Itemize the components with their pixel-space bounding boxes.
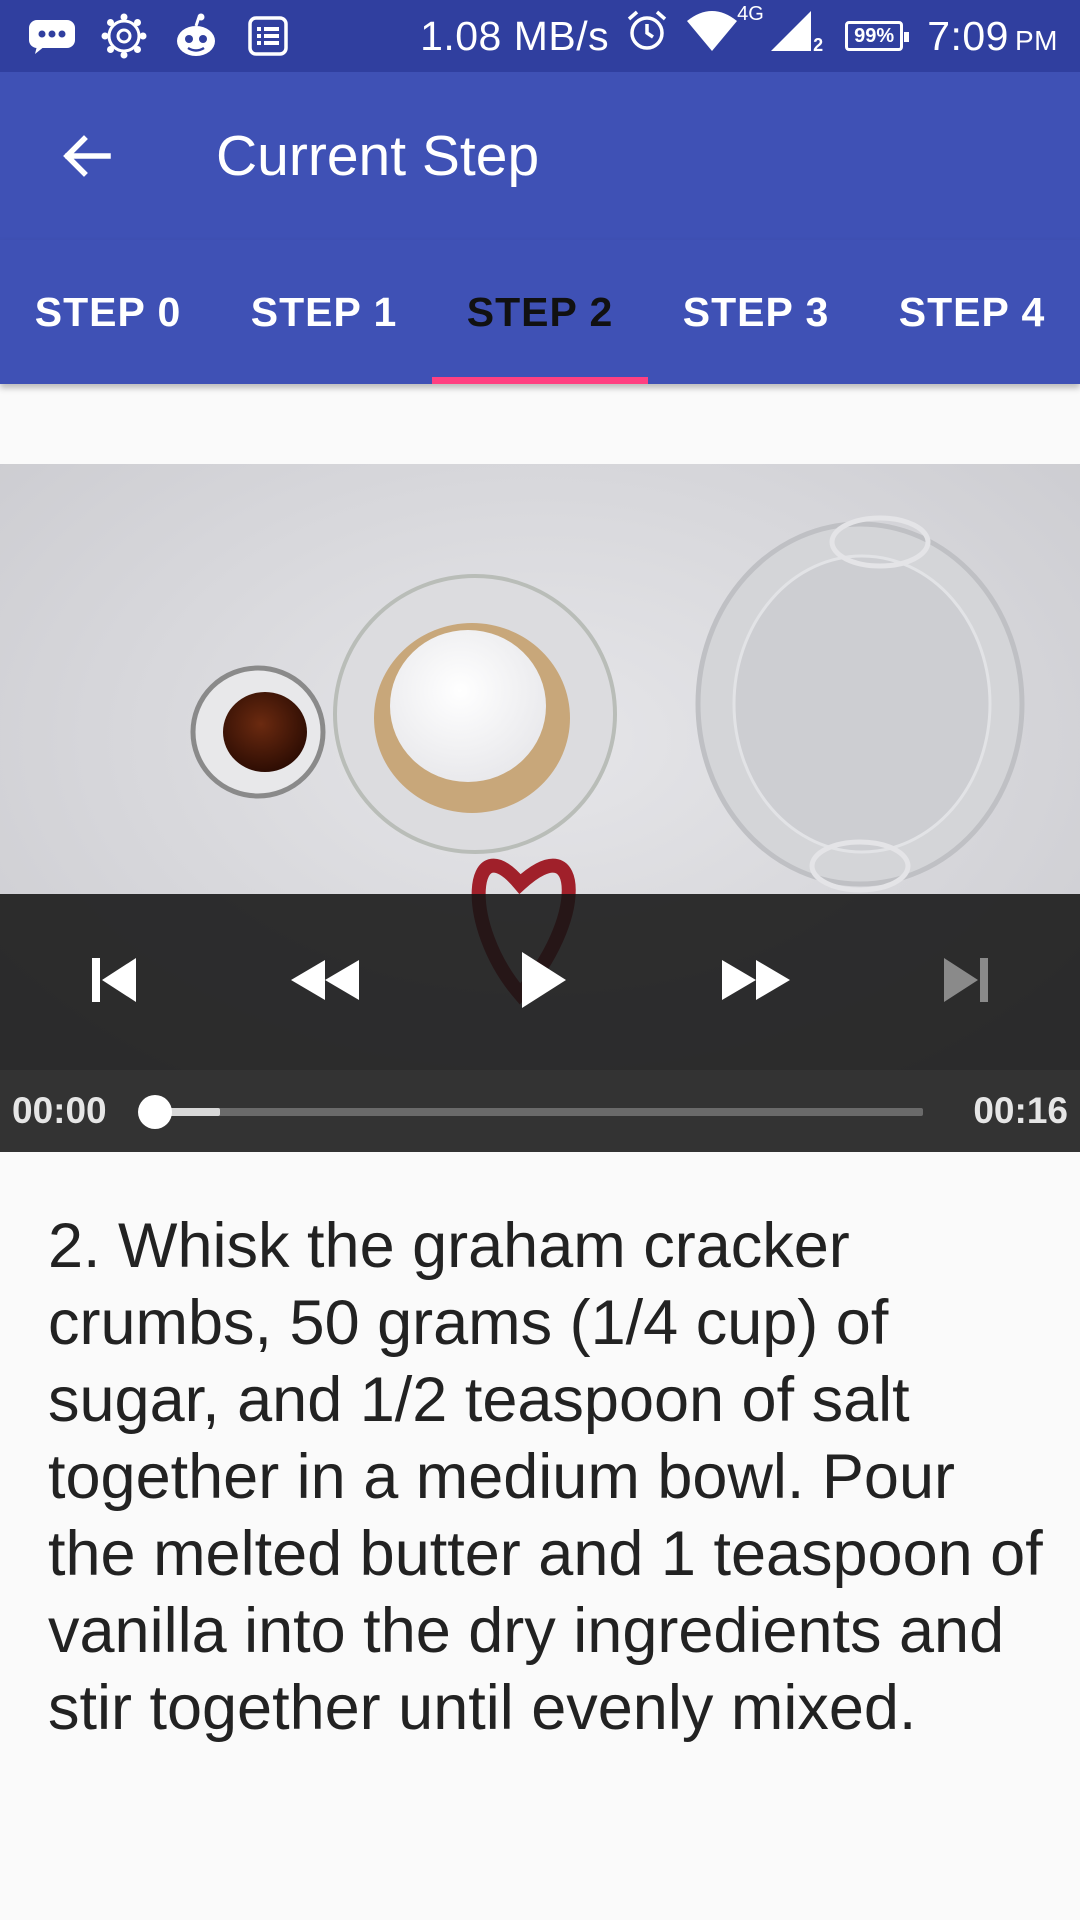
tab-step-4[interactable]: STEP 4 <box>864 240 1080 384</box>
skip-next-icon <box>938 952 994 1013</box>
chat-bubble-icon <box>26 14 78 58</box>
back-button[interactable] <box>56 128 116 188</box>
wifi-icon: 4G <box>685 3 764 63</box>
battery-icon: 99% <box>845 21 910 51</box>
clock-suffix: PM <box>1015 24 1058 56</box>
rewind-button[interactable] <box>285 942 365 1022</box>
clock-time: 7:09 <box>927 12 1009 59</box>
battery-level: 99% <box>854 24 895 47</box>
player-controls <box>0 894 1080 1070</box>
status-bar: 1.08 MB/s 4G 2 99% 7:09 PM <box>0 0 1080 72</box>
sim-slot-label: 2 <box>813 35 824 55</box>
step-description: 2. Whisk the graham cracker crumbs, 50 g… <box>48 1211 1043 1743</box>
network-type-label: 4G <box>737 3 764 25</box>
play-icon <box>512 948 572 1017</box>
signal-icon: 2 <box>769 9 823 63</box>
network-speed: 1.08 MB/s <box>420 12 610 59</box>
page-title: Current Step <box>216 124 540 188</box>
tab-indicator <box>432 377 648 384</box>
rewind-icon <box>287 952 363 1013</box>
seek-bar[interactable] <box>138 1095 923 1129</box>
duration: 00:16 <box>973 1090 1068 1131</box>
clock: 7:09 PM <box>927 13 1058 60</box>
video-player[interactable]: 00:00 00:16 <box>0 464 1080 1152</box>
skip-next-button[interactable] <box>926 942 1006 1022</box>
settings-gear-icon <box>98 13 150 59</box>
step-tabs: STEP 0 STEP 1 STEP 2 STEP 3 STEP 4 <box>0 240 1080 384</box>
tab-step-2[interactable]: STEP 2 <box>432 240 648 384</box>
fast-forward-button[interactable] <box>716 942 796 1022</box>
tab-step-1[interactable]: STEP 1 <box>216 240 432 384</box>
tab-step-3[interactable]: STEP 3 <box>648 240 864 384</box>
seek-thumb[interactable] <box>138 1095 172 1129</box>
tab-step-0[interactable]: STEP 0 <box>0 240 216 384</box>
alien-icon <box>170 13 222 58</box>
fast-forward-icon <box>718 952 794 1013</box>
skip-previous-button[interactable] <box>74 942 154 1022</box>
current-position: 00:00 <box>12 1090 107 1131</box>
app-bar: Current Step <box>0 72 1080 240</box>
alarm-icon <box>625 9 669 63</box>
player-timebar: 00:00 00:16 <box>0 1070 1080 1152</box>
arrow-back-icon <box>60 130 112 187</box>
list-icon <box>242 14 294 58</box>
skip-previous-icon <box>86 952 142 1013</box>
play-button[interactable] <box>502 942 582 1022</box>
